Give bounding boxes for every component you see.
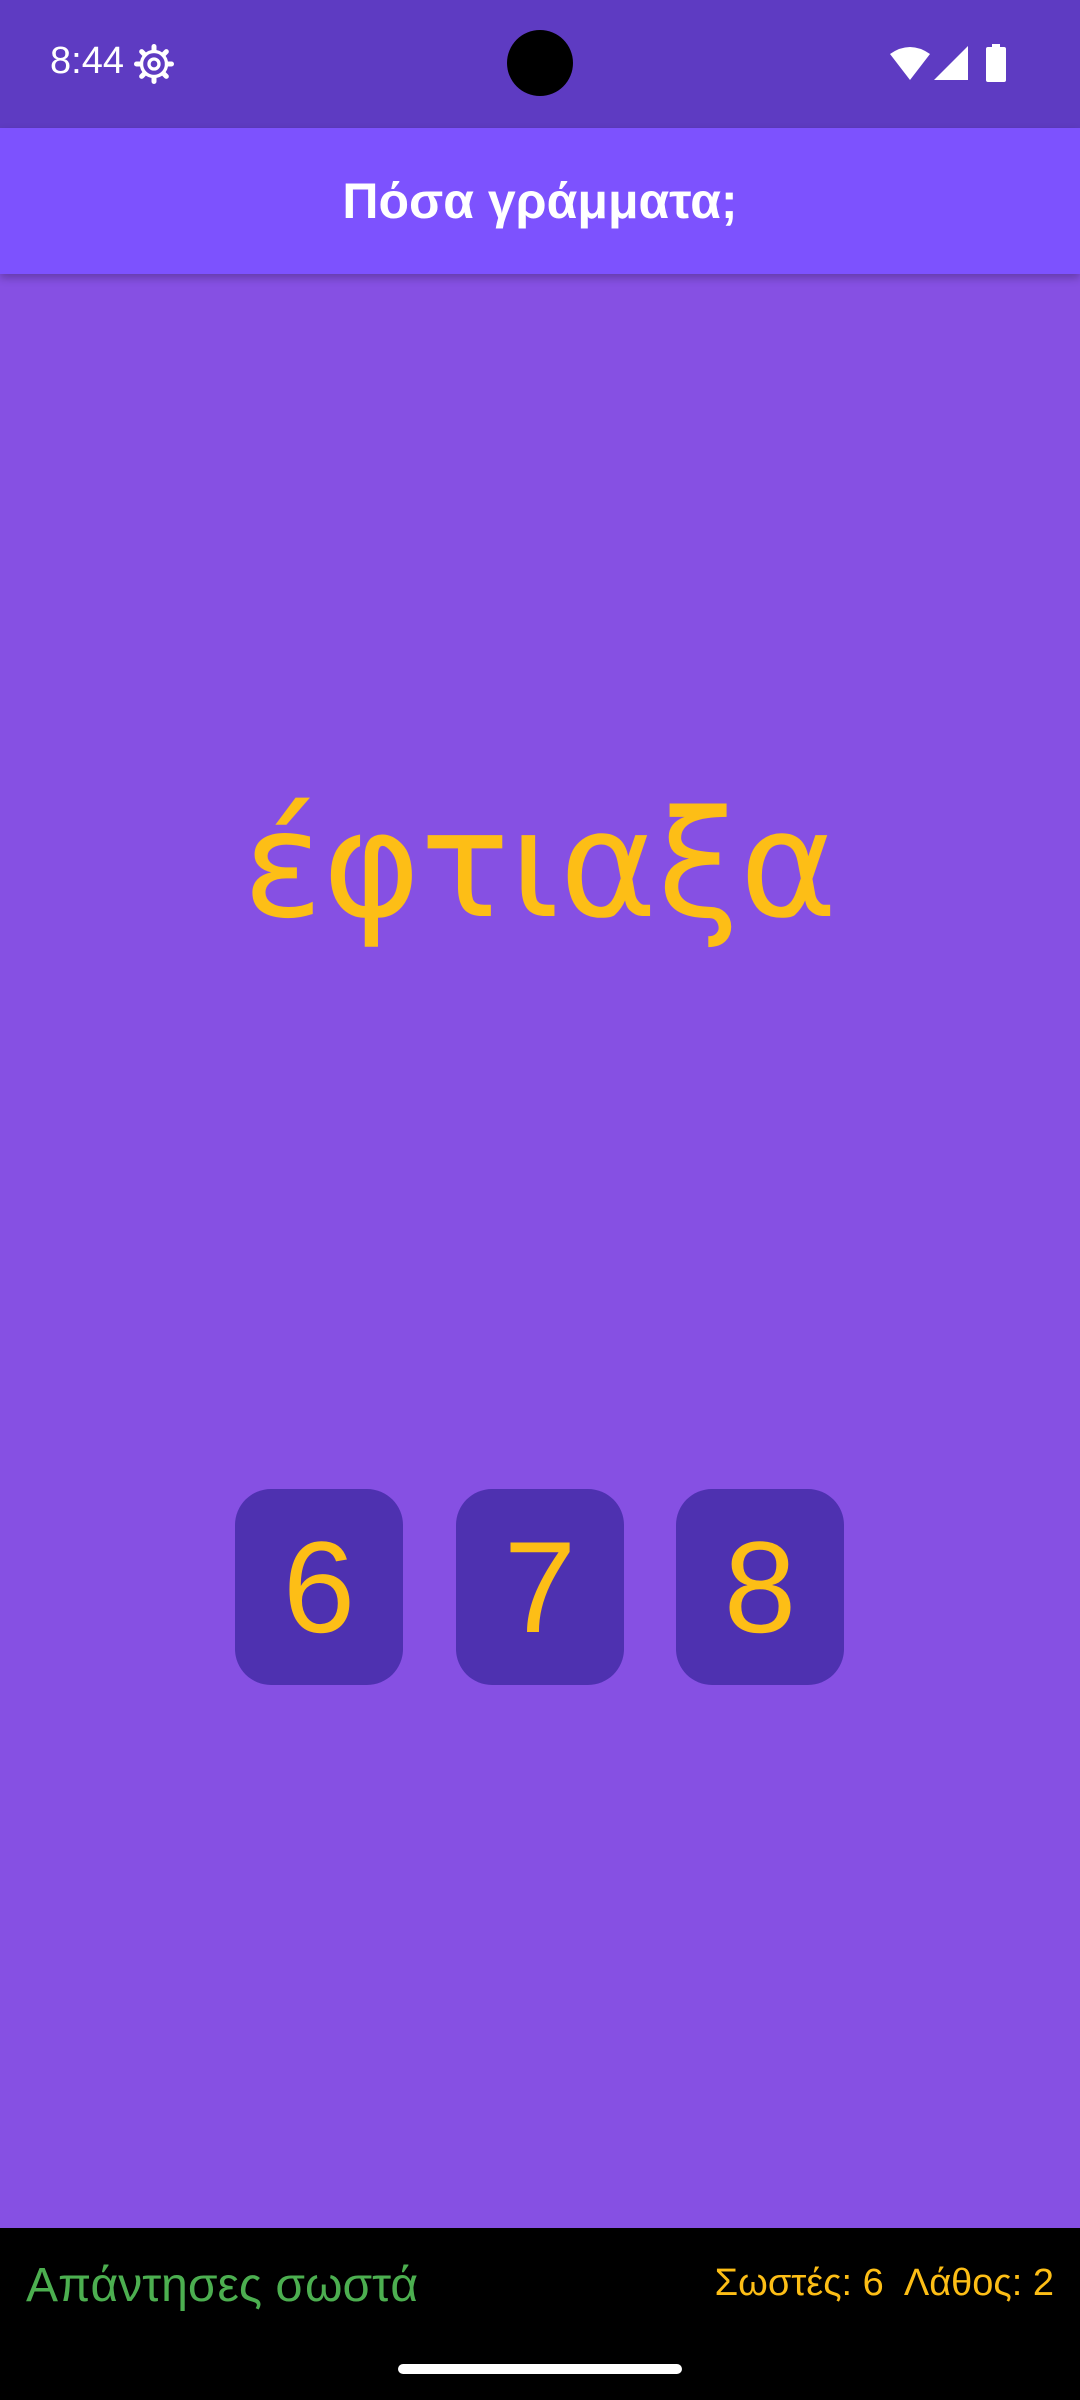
wifi-icon — [890, 46, 930, 80]
wrong-count: Λάθος: 2 — [903, 2262, 1054, 2304]
status-time: 8:44 — [50, 40, 124, 82]
score-summary: Σωστές: 6 Λάθος: 2 — [695, 2262, 1054, 2305]
app-bar: Πόσα γράμματα; — [0, 128, 1080, 274]
battery-icon — [986, 44, 1006, 82]
camera-cutout — [507, 30, 573, 96]
answer-button-8[interactable]: 8 — [676, 1489, 844, 1685]
app-screen: 8:44 Πόσα γράμματα; έφτιαξα 6 7 8 Απάντη… — [0, 0, 1080, 2400]
correct-count: Σωστές: 6 — [714, 2262, 884, 2304]
answer-button-7[interactable]: 7 — [456, 1489, 624, 1685]
score-bar: Απάντησες σωστά Σωστές: 6 Λάθος: 2 — [0, 2228, 1080, 2400]
feedback-message: Απάντησες σωστά — [26, 2259, 419, 2312]
answer-options: 6 7 8 — [0, 1489, 1080, 1685]
page-title: Πόσα γράμματα; — [342, 173, 738, 229]
status-bar: 8:44 — [0, 0, 1080, 128]
home-gesture-bar[interactable] — [398, 2364, 682, 2374]
answer-button-6[interactable]: 6 — [235, 1489, 403, 1685]
settings-gear-icon — [134, 44, 174, 84]
question-word: έφτιαξα — [242, 779, 838, 951]
cell-signal-icon — [934, 46, 968, 80]
